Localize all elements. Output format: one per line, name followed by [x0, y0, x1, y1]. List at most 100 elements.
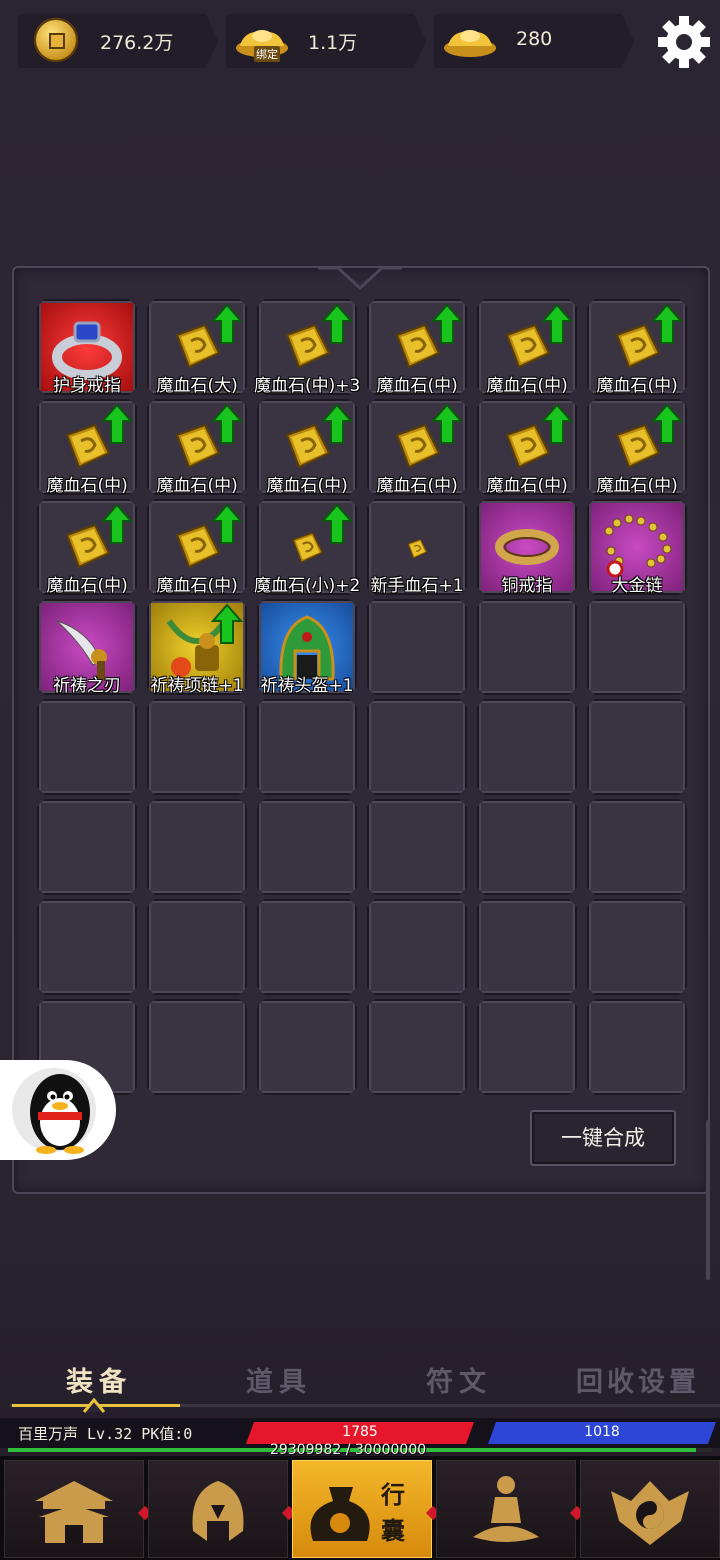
empty-slot[interactable] — [37, 799, 137, 895]
novice-blood-stone-icon — [369, 501, 465, 593]
empty-slot[interactable] — [587, 699, 687, 795]
gold-ingot-icon — [444, 30, 496, 57]
bound-gold-amount: 1.1万 — [308, 32, 358, 54]
ring-icon — [39, 301, 135, 393]
empty-slot[interactable] — [477, 899, 577, 995]
bound-tag: 绑定 — [254, 46, 280, 62]
upgrade-arrow-icon — [431, 403, 463, 445]
inventory-item[interactable] — [147, 499, 247, 595]
inventory-item[interactable] — [37, 499, 137, 595]
inventory-item[interactable] — [37, 299, 137, 395]
copper-currency: 276.2万 — [18, 14, 218, 68]
empty-slot[interactable] — [477, 999, 577, 1095]
gold-currency: 280 — [434, 14, 634, 68]
nav-cultivate[interactable] — [436, 1460, 576, 1558]
nav-bag[interactable]: 行 囊 — [292, 1460, 432, 1558]
empty-slot[interactable] — [367, 899, 467, 995]
upgrade-arrow-icon — [211, 603, 243, 645]
active-tab-chevron-icon — [82, 1397, 106, 1413]
empty-slot[interactable] — [37, 899, 137, 995]
bound-gold-currency: 绑定 1.1万 — [226, 14, 426, 68]
empty-slot[interactable] — [147, 899, 247, 995]
prayer-blade-icon — [39, 601, 135, 693]
inventory-item[interactable] — [367, 399, 467, 495]
nav-city[interactable] — [4, 1460, 144, 1558]
inventory-item[interactable] — [147, 399, 247, 495]
upgrade-arrow-icon — [651, 303, 683, 345]
copper-amount: 276.2万 — [100, 32, 174, 54]
scrollbar[interactable] — [706, 1120, 710, 1280]
inventory-item[interactable] — [477, 499, 577, 595]
empty-slot[interactable] — [367, 699, 467, 795]
nav-taoism[interactable] — [580, 1460, 720, 1558]
upgrade-arrow-icon — [431, 303, 463, 345]
empty-slot[interactable] — [587, 999, 687, 1095]
taiji-icon — [611, 1481, 689, 1545]
settings-gear-icon[interactable] — [654, 12, 714, 72]
empty-slot[interactable] — [367, 999, 467, 1095]
empty-slot[interactable] — [257, 999, 357, 1095]
empty-slot[interactable] — [37, 699, 137, 795]
inventory-item[interactable] — [257, 299, 357, 395]
player-info: 百里万声 Lv.32 PK值:0 — [18, 1425, 193, 1443]
tab-recycle-settings[interactable]: 回收设置 — [576, 1360, 700, 1399]
empty-slot[interactable] — [587, 899, 687, 995]
empty-slot[interactable] — [147, 999, 247, 1095]
upgrade-arrow-icon — [651, 403, 683, 445]
bag-icon — [310, 1487, 370, 1541]
inventory-item[interactable] — [257, 499, 357, 595]
empty-slot[interactable] — [257, 699, 357, 795]
nav-bag-label-1: 行 — [381, 1481, 405, 1509]
upgrade-arrow-icon — [541, 303, 573, 345]
city-gate-icon — [35, 1481, 113, 1543]
hp-bar: 1785 — [246, 1422, 474, 1444]
inventory-item[interactable] — [587, 499, 687, 595]
inventory-item[interactable] — [367, 499, 467, 595]
inventory-item[interactable] — [477, 299, 577, 395]
empty-slot[interactable] — [477, 599, 577, 695]
inventory-item[interactable] — [367, 299, 467, 395]
inventory-item[interactable] — [257, 399, 357, 495]
copper-coin-icon — [34, 18, 78, 62]
inventory-item[interactable] — [257, 599, 357, 695]
upgrade-arrow-icon — [101, 403, 133, 445]
empty-slot[interactable] — [147, 799, 247, 895]
empty-slot[interactable] — [367, 799, 467, 895]
one-click-merge-button[interactable]: 一键合成 — [530, 1110, 676, 1166]
upgrade-arrow-icon — [321, 303, 353, 345]
meditation-icon — [473, 1476, 539, 1542]
empty-slot[interactable] — [257, 899, 357, 995]
inventory-item[interactable] — [37, 599, 137, 695]
qq-float-button[interactable] — [0, 1060, 116, 1160]
tab-runes[interactable]: 符文 — [426, 1360, 492, 1399]
empty-slot[interactable] — [587, 799, 687, 895]
mp-bar: 1018 — [488, 1422, 716, 1444]
empty-slot[interactable] — [257, 799, 357, 895]
inventory-item[interactable] — [147, 299, 247, 395]
empty-slot[interactable] — [147, 699, 247, 795]
inventory-item[interactable] — [587, 399, 687, 495]
empty-slot[interactable] — [587, 599, 687, 695]
upgrade-arrow-icon — [211, 503, 243, 545]
inventory-item[interactable] — [477, 399, 577, 495]
prayer-helmet-icon — [259, 601, 355, 693]
panel-notch — [318, 266, 402, 291]
inventory-item[interactable] — [37, 399, 137, 495]
hp-value: 1785 — [342, 1424, 378, 1440]
bronze-ring-icon — [479, 501, 575, 593]
helmet-icon — [192, 1481, 244, 1541]
inventory-item[interactable] — [147, 599, 247, 695]
nav-bag-label-2: 囊 — [381, 1517, 405, 1545]
inventory-item[interactable] — [587, 299, 687, 395]
upgrade-arrow-icon — [321, 403, 353, 445]
nav-character[interactable] — [148, 1460, 288, 1558]
empty-slot[interactable] — [477, 699, 577, 795]
upgrade-arrow-icon — [211, 403, 243, 445]
empty-slot[interactable] — [367, 599, 467, 695]
mp-value: 1018 — [584, 1424, 620, 1440]
gold-chain-icon — [589, 501, 685, 593]
gold-amount: 280 — [516, 28, 553, 50]
upgrade-arrow-icon — [211, 303, 243, 345]
tab-props[interactable]: 道具 — [246, 1360, 312, 1399]
empty-slot[interactable] — [477, 799, 577, 895]
